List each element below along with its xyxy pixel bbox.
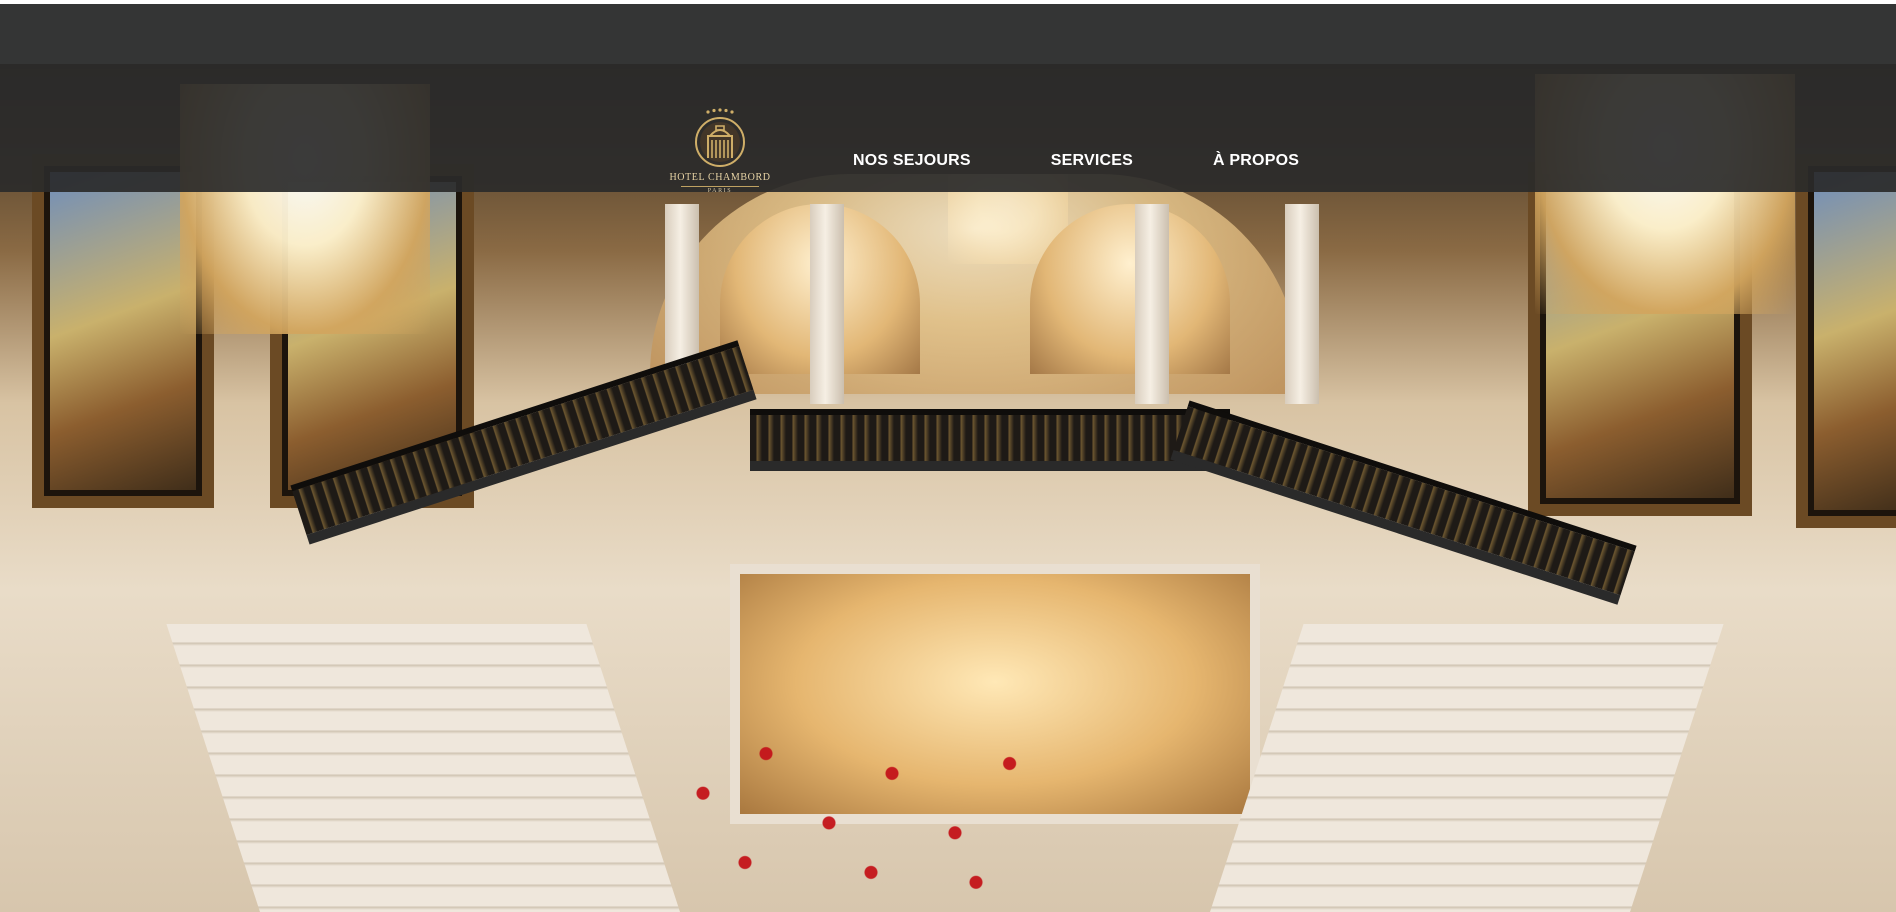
pillar xyxy=(1135,204,1169,404)
staircase-left xyxy=(166,624,681,912)
nav-item-services[interactable]: SERVICES xyxy=(1051,152,1133,172)
nav-item-a-propos[interactable]: À PROPOS xyxy=(1213,152,1299,172)
hotel-brand-name: HOTEL CHAMBORD xyxy=(669,172,771,183)
top-bar xyxy=(0,0,1896,64)
hotel-crest-icon xyxy=(695,108,745,167)
staircase-right xyxy=(1210,624,1724,912)
hotel-city: PARIS xyxy=(707,188,733,194)
balcony-railing xyxy=(750,409,1230,471)
hotel-logo[interactable]: HOTEL CHAMBORD PARIS xyxy=(660,106,780,216)
red-lantern-tree xyxy=(640,714,1060,912)
painting-right-2 xyxy=(1796,154,1896,528)
header-overlay: HOTEL CHAMBORD PARIS NOS SEJOURS SERVICE… xyxy=(0,64,1896,194)
pillar xyxy=(810,204,844,404)
main-navigation: NOS SEJOURS SERVICES À PROPOS xyxy=(853,152,1299,172)
nav-item-nos-sejours[interactable]: NOS SEJOURS xyxy=(853,152,971,172)
pillar xyxy=(1285,204,1319,404)
logo-divider xyxy=(681,186,759,187)
page: HOTEL CHAMBORD PARIS NOS SEJOURS SERVICE… xyxy=(0,0,1896,912)
